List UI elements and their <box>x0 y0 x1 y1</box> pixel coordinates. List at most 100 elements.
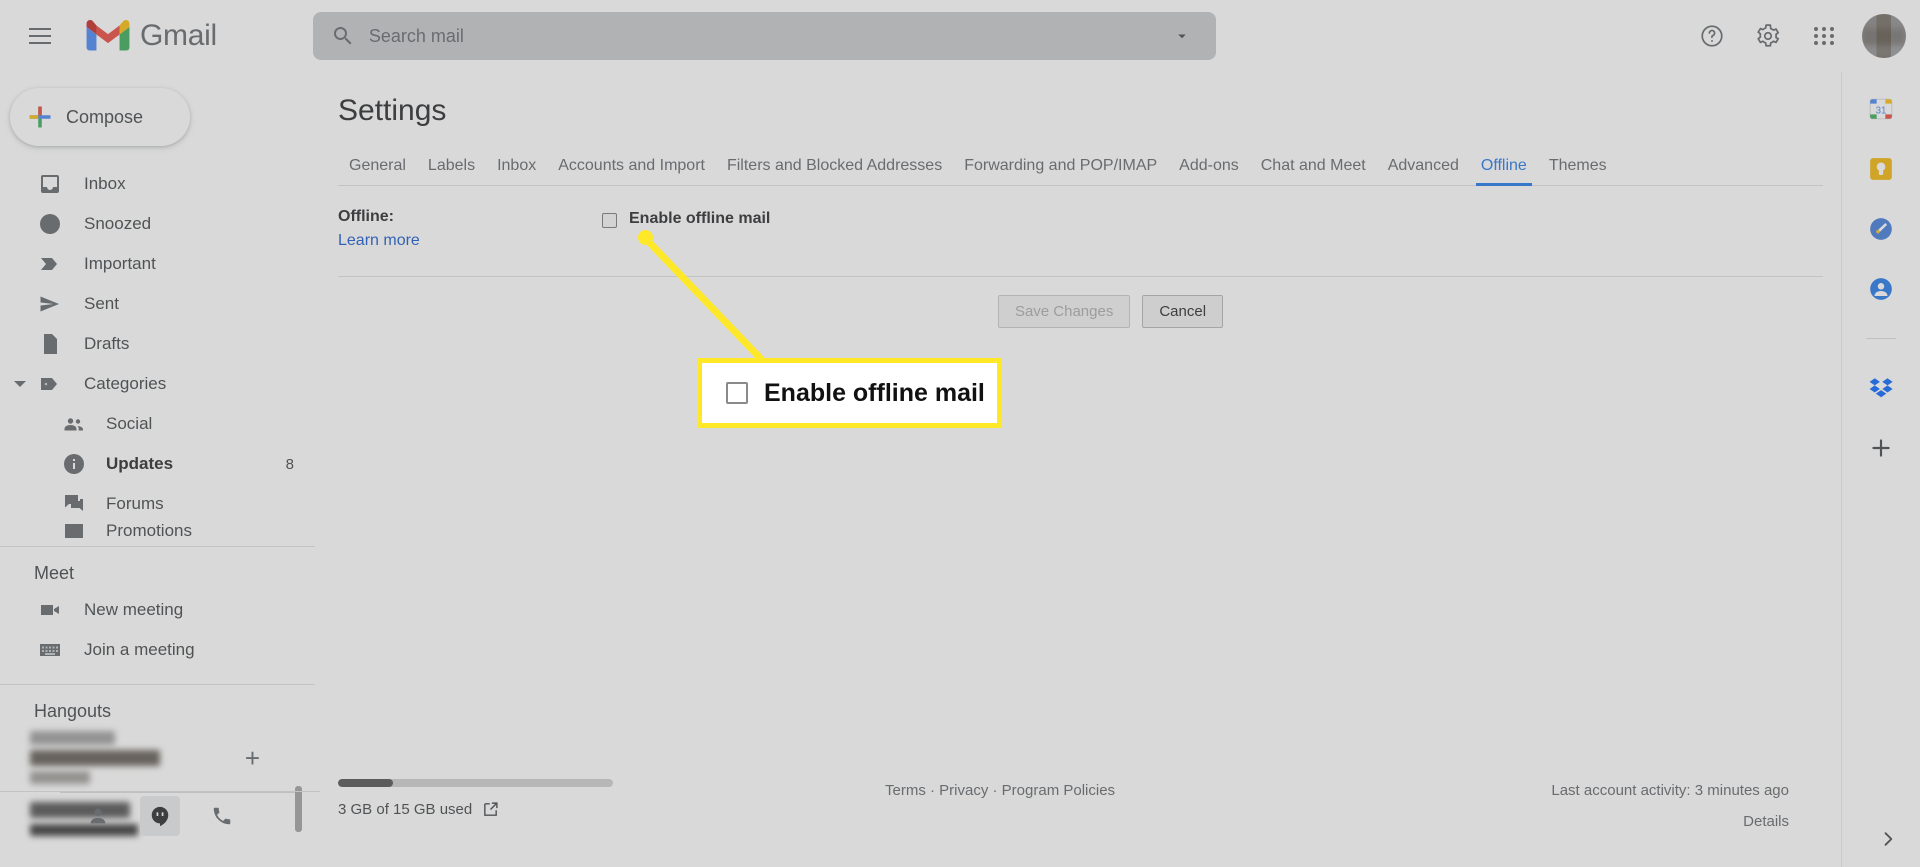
sidebar-item-important[interactable]: Important <box>0 244 320 284</box>
tab-forwarding-and-pop-imap[interactable]: Forwarding and POP/IMAP <box>953 157 1168 185</box>
phone-icon[interactable] <box>202 796 242 836</box>
hamburger-icon[interactable] <box>16 12 64 60</box>
search-icon[interactable] <box>323 16 363 56</box>
person-icon[interactable] <box>78 796 118 836</box>
callout-text: Enable offline mail <box>764 378 985 407</box>
google-contacts-icon[interactable] <box>1868 276 1894 302</box>
settings-tabs: General Labels Inbox Accounts and Import… <box>338 150 1823 186</box>
enable-offline-mail-checkbox[interactable] <box>602 213 617 228</box>
sidebar-item-forums[interactable]: Forums <box>0 484 320 524</box>
tab-chat-and-meet[interactable]: Chat and Meet <box>1250 157 1377 185</box>
tab-offline[interactable]: Offline <box>1470 157 1538 186</box>
sidebar-item-promotions-clipped[interactable]: Promotions <box>0 524 320 538</box>
page-title: Settings <box>338 94 447 127</box>
learn-more-link[interactable]: Learn more <box>338 232 602 250</box>
footer: 3 GB of 15 GB used Terms · Privacy · Pro… <box>320 747 1841 867</box>
offline-settings-row: Offline: Learn more Enable offline mail <box>320 186 1841 250</box>
tab-themes[interactable]: Themes <box>1538 157 1618 185</box>
sidebar-item-inbox[interactable]: Inbox <box>0 164 320 204</box>
sidebar-item-label: Important <box>84 254 156 273</box>
chevron-right-icon[interactable] <box>1878 829 1898 853</box>
avatar[interactable] <box>1862 14 1906 58</box>
google-calendar-icon[interactable]: 31 <box>1868 96 1894 122</box>
chevron-down-icon[interactable] <box>1162 16 1202 56</box>
dropbox-icon[interactable] <box>1868 375 1894 401</box>
enable-offline-mail-row: Enable offline mail <box>602 208 770 250</box>
sidebar-nav-list: Inbox Snoozed Important Sent Drafts Cate… <box>0 164 320 538</box>
sidebar-item-categories[interactable]: Categories <box>0 364 320 404</box>
footer-links-text[interactable]: Terms · Privacy · Program Policies <box>885 782 1115 799</box>
forum-icon <box>65 495 83 511</box>
gmail-settings-page: Gmail Search mail Compose Inbox Snoozed … <box>0 0 1920 867</box>
search-bar[interactable] <box>312 12 1216 60</box>
settings-divider <box>338 276 1823 277</box>
sidebar-item-updates[interactable]: Updates 8 <box>0 444 320 484</box>
sidebar-item-snoozed[interactable]: Snoozed <box>0 204 320 244</box>
sidebar-item-label: Drafts <box>84 334 130 353</box>
hangouts-footer-bar <box>0 791 320 839</box>
offline-label-column: Offline: Learn more <box>338 208 602 250</box>
sidebar-item-join-meeting[interactable]: Join a meeting <box>0 630 320 670</box>
apps-grid-icon[interactable] <box>1800 12 1848 60</box>
help-circle-icon[interactable] <box>1688 12 1736 60</box>
storage-usage-row: 3 GB of 15 GB used <box>338 801 613 818</box>
sidebar-item-sent[interactable]: Sent <box>0 284 320 324</box>
hangouts-contact-redacted[interactable]: + <box>0 745 320 771</box>
sidebar-item-label: Social <box>106 414 153 433</box>
right-side-panel: 31 <box>1841 72 1920 867</box>
external-link-icon[interactable] <box>482 801 499 818</box>
gmail-logo[interactable]: Gmail <box>86 19 217 53</box>
video-camera-icon <box>41 605 59 615</box>
add-addon-icon[interactable] <box>1868 435 1894 461</box>
compose-button[interactable]: Compose <box>10 88 190 146</box>
tag-icon <box>41 378 57 390</box>
sidebar-item-social[interactable]: Social <box>0 404 320 444</box>
sidebar-item-label: Updates <box>106 454 174 473</box>
tab-accounts-and-import[interactable]: Accounts and Import <box>547 157 716 185</box>
storage-bar-track <box>338 779 613 787</box>
gmail-m-icon <box>86 19 130 51</box>
account-activity: Last account activity: 3 minutes ago Det… <box>1551 782 1789 830</box>
left-sidebar: Compose Inbox Snoozed Important Sent Dra… <box>0 72 320 867</box>
tab-labels[interactable]: Labels <box>417 157 486 185</box>
inbox-icon <box>41 175 59 193</box>
gmail-wordmark: Gmail <box>140 19 217 52</box>
clock-icon <box>40 214 60 234</box>
cancel-button[interactable]: Cancel <box>1142 295 1224 328</box>
hangouts-add-icon[interactable]: + <box>245 745 260 771</box>
google-keep-icon[interactable] <box>1868 156 1894 182</box>
unread-count: 8 <box>285 455 294 473</box>
tab-advanced[interactable]: Advanced <box>1377 157 1470 185</box>
sidebar-item-label: Sent <box>84 294 119 313</box>
gear-icon[interactable] <box>1744 12 1792 60</box>
hangouts-section-title: Hangouts <box>34 701 112 721</box>
save-changes-button[interactable]: Save Changes <box>997 295 1131 328</box>
plus-icon <box>29 106 51 128</box>
tab-general[interactable]: General <box>338 157 417 185</box>
hangouts-contact-redacted[interactable] <box>0 768 320 786</box>
tab-inbox[interactable]: Inbox <box>486 157 547 185</box>
hangouts-icon[interactable] <box>140 795 180 836</box>
offline-label: Offline: <box>338 208 394 225</box>
callout-box: Enable offline mail <box>697 358 1002 428</box>
keyboard-icon <box>40 644 60 656</box>
account-details-link[interactable]: Details <box>1551 813 1789 830</box>
search-input[interactable] <box>368 25 1162 47</box>
tab-add-ons[interactable]: Add-ons <box>1168 157 1250 185</box>
tab-filters-and-blocked-addresses[interactable]: Filters and Blocked Addresses <box>716 157 953 185</box>
compose-label: Compose <box>66 106 144 127</box>
footer-links: Terms · Privacy · Program Policies <box>885 782 1115 799</box>
svg-text:31: 31 <box>1876 105 1887 116</box>
send-icon <box>40 296 59 312</box>
google-tasks-icon[interactable] <box>1868 216 1894 242</box>
chevron-down-icon[interactable] <box>14 381 26 387</box>
storage-bar-fill <box>338 779 393 787</box>
sidebar-item-drafts[interactable]: Drafts <box>0 324 320 364</box>
hangouts-contact-redacted[interactable] <box>0 728 320 748</box>
sidebar-item-new-meeting[interactable]: New meeting <box>0 590 320 630</box>
info-icon <box>64 454 84 474</box>
draft-file-icon <box>44 334 57 354</box>
enable-offline-mail-label: Enable offline mail <box>629 210 771 227</box>
sidebar-item-label: Join a meeting <box>84 640 195 659</box>
sidebar-item-label: Inbox <box>84 174 126 193</box>
